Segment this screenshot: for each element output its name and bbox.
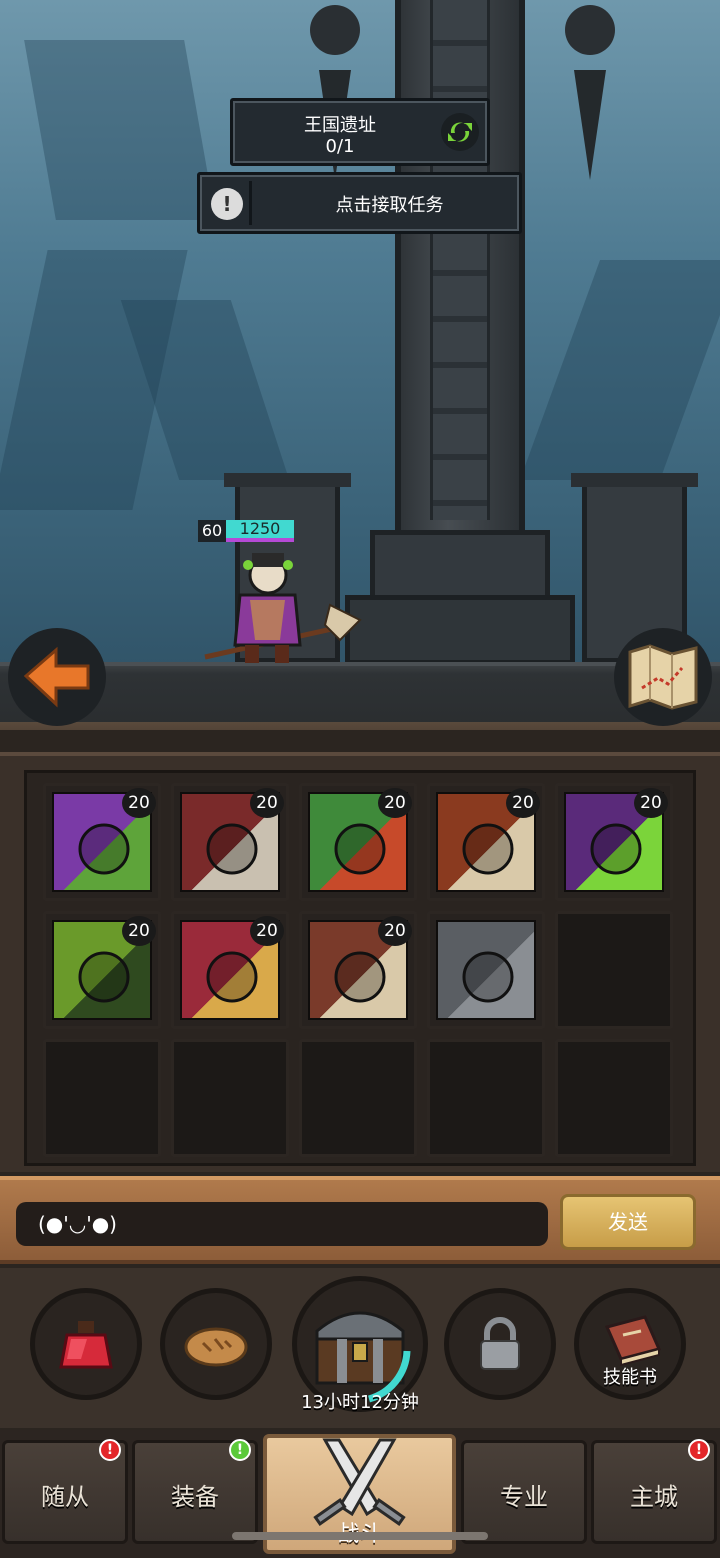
action-row: 13小时12分钟 技能书 — [0, 1268, 720, 1428]
inventory-slot[interactable] — [427, 911, 545, 1029]
skill-level-badge: 20 — [250, 916, 284, 946]
home-indicator — [232, 1532, 488, 1540]
inventory-slot[interactable]: 20 — [299, 911, 417, 1029]
inventory-slot[interactable]: 20 — [171, 783, 289, 901]
exclamation-icon: ! — [211, 188, 243, 220]
battle-scene: 王国遗址 0/1 ! 点击接取任务 60 1250 — [0, 0, 720, 730]
bread-button[interactable] — [160, 1288, 272, 1400]
skillbook-button[interactable]: 技能书 — [574, 1288, 686, 1400]
ground-edge — [0, 722, 720, 730]
potion-icon — [59, 1321, 113, 1369]
inventory-grid: 20 20 20 20 20 20 20 20 — [24, 770, 696, 1166]
chat-input[interactable]: (●'◡'●) — [16, 1202, 548, 1246]
inventory-slot[interactable]: 20 — [555, 783, 673, 901]
task-icon-frame: ! — [206, 181, 252, 225]
hero-level: 60 — [198, 520, 226, 542]
chest-timer: 13小时12分钟 — [301, 1392, 419, 1413]
quest-panel[interactable]: 王国遗址 0/1 — [230, 98, 490, 166]
inventory-slot[interactable]: 20 — [427, 783, 545, 901]
alert-badge-icon: ! — [99, 1439, 121, 1461]
hero-hp-bar: 1250 — [226, 520, 294, 538]
pillar-carving — [430, 0, 490, 520]
stone-ground — [0, 662, 720, 730]
tab-equipment[interactable]: 装备 ! — [132, 1439, 258, 1544]
tab-main-city-label: 主城 — [630, 1483, 678, 1511]
locked-slot-button[interactable] — [444, 1288, 556, 1400]
skill-level-badge: 20 — [506, 788, 540, 818]
empty-inventory-slot[interactable] — [299, 1039, 417, 1157]
accept-task-label: 点击接取任务 — [335, 195, 444, 216]
alert-badge-icon: ! — [229, 1439, 251, 1461]
skill-level-badge: 20 — [122, 788, 156, 818]
lock-icon — [480, 1317, 520, 1370]
quest-name: 王国遗址 — [304, 115, 376, 136]
empty-inventory-slot[interactable] — [555, 1039, 673, 1157]
alert-badge-icon: ! — [688, 1439, 710, 1461]
map-button[interactable] — [614, 628, 712, 726]
quest-progress: 0/1 — [325, 136, 355, 157]
empty-inventory-slot[interactable] — [171, 1039, 289, 1157]
skill-level-badge: 20 — [250, 788, 284, 818]
empty-inventory-slot[interactable] — [555, 911, 673, 1029]
inventory-slot[interactable]: 20 — [299, 783, 417, 901]
tab-followers-label: 随从 — [41, 1483, 89, 1511]
chat-bar: (●'◡'●) 发送 — [0, 1176, 720, 1264]
inventory-slot[interactable]: 20 — [43, 783, 161, 901]
bread-icon — [184, 1327, 248, 1367]
hero-mana-bar — [226, 538, 294, 542]
accept-task-panel[interactable]: ! 点击接取任务 — [197, 172, 522, 234]
skill-level-badge: 20 — [634, 788, 668, 818]
hanging-spike-right — [560, 0, 620, 180]
empty-inventory-slot[interactable] — [43, 1039, 161, 1157]
inventory-slot[interactable]: 20 — [43, 911, 161, 1029]
tab-profession-label: 专业 — [500, 1483, 548, 1511]
tab-profession[interactable]: 专业 — [461, 1440, 587, 1544]
left-arrow-icon — [23, 646, 90, 708]
pillar-base — [370, 530, 550, 600]
background-ice-shard — [519, 260, 720, 480]
skill-level-badge: 20 — [378, 916, 412, 946]
refresh-icon[interactable] — [441, 113, 479, 151]
send-button[interactable]: 发送 — [560, 1194, 696, 1250]
inventory-panel: 20 20 20 20 20 20 20 20 — [0, 752, 720, 1172]
locked-fist-icon — [436, 920, 536, 1020]
hero-character[interactable] — [200, 545, 370, 667]
tab-equipment-label: 装备 — [171, 1483, 219, 1511]
tab-main-city[interactable]: 主城 ! — [591, 1439, 717, 1544]
skillbook-label: 技能书 — [603, 1367, 657, 1388]
empty-inventory-slot[interactable] — [427, 1039, 545, 1157]
back-arrow-button[interactable] — [8, 628, 106, 726]
pillar-pedestal — [345, 595, 575, 665]
background-ice-shard — [24, 40, 216, 220]
skill-level-badge: 20 — [378, 788, 412, 818]
inventory-slot[interactable]: 20 — [171, 911, 289, 1029]
skill-level-badge: 20 — [122, 916, 156, 946]
tab-followers[interactable]: 随从 ! — [2, 1439, 128, 1544]
map-icon — [628, 644, 698, 710]
potion-button[interactable] — [30, 1288, 142, 1400]
